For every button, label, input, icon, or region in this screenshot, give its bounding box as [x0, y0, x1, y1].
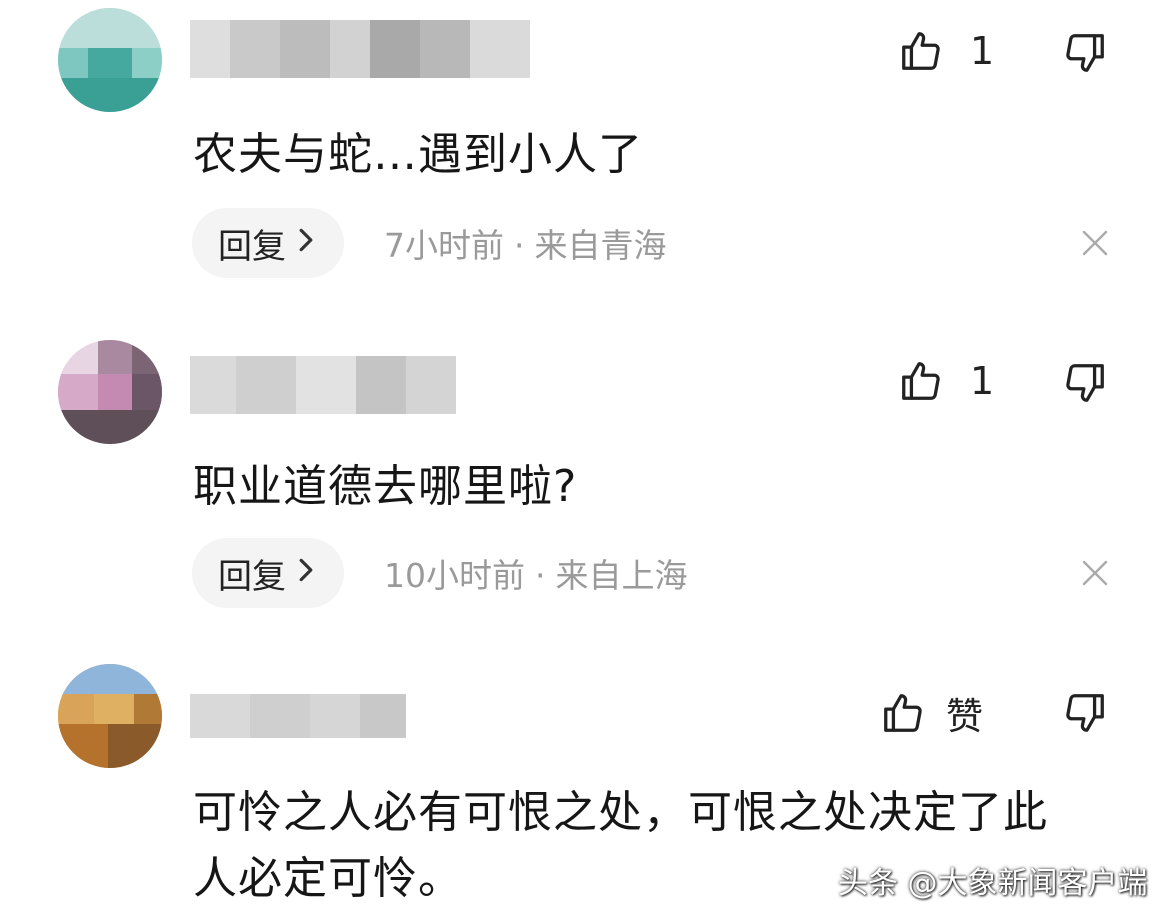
- close-icon[interactable]: [1080, 558, 1110, 592]
- comment-time: 7小时前: [384, 226, 504, 265]
- comment-location: 来自上海: [555, 556, 688, 595]
- avatar[interactable]: [58, 8, 162, 112]
- comment-meta: 10小时前 · 来自上海: [384, 549, 688, 597]
- avatar[interactable]: [58, 340, 162, 444]
- like-label: 赞: [946, 695, 983, 738]
- dislike-button[interactable]: [1062, 30, 1108, 80]
- comment-list: 1 农夫与蛇…遇到小人了 回复 7小时前 · 来自青海 1 职业道德去哪里啦? …: [0, 0, 1176, 924]
- avatar[interactable]: [58, 664, 162, 768]
- comment-text: 职业道德去哪里啦?: [193, 461, 578, 512]
- close-icon[interactable]: [1080, 228, 1110, 262]
- comment-footer: 回复 10小时前 · 来自上海: [192, 538, 688, 608]
- like-button[interactable]: 赞: [880, 686, 983, 740]
- meta-separator: ·: [535, 556, 546, 595]
- comment-text-line: 可怜之人必有可恨之处，可恨之处决定了此: [193, 787, 1048, 838]
- thumbs-up-icon: [898, 28, 944, 74]
- thumbs-up-icon: [898, 358, 944, 404]
- comment-time: 10小时前: [384, 556, 525, 595]
- like-count: 1: [970, 359, 995, 403]
- reply-button[interactable]: 回复: [192, 208, 344, 278]
- reply-label: 回复: [218, 556, 286, 597]
- reply-button[interactable]: 回复: [192, 538, 344, 608]
- username-blurred[interactable]: [190, 694, 406, 738]
- thumbs-down-icon: [1062, 694, 1108, 740]
- chevron-right-icon: [298, 556, 314, 591]
- thumbs-down-icon: [1062, 34, 1108, 80]
- comment-meta: 7小时前 · 来自青海: [384, 219, 667, 267]
- thumbs-up-icon: [880, 690, 926, 736]
- thumbs-down-icon: [1062, 364, 1108, 410]
- reply-label: 回复: [218, 226, 286, 267]
- like-button[interactable]: 1: [898, 28, 994, 74]
- watermark: 头条 @大象新闻客户端: [838, 866, 1148, 901]
- comment-text: 农夫与蛇…遇到小人了: [193, 129, 643, 180]
- chevron-right-icon: [298, 226, 314, 261]
- username-blurred[interactable]: [190, 356, 456, 414]
- comment-location: 来自青海: [534, 226, 667, 265]
- like-button[interactable]: 1: [898, 358, 994, 404]
- like-count: 1: [970, 29, 995, 73]
- comment-footer: 回复 7小时前 · 来自青海: [192, 208, 667, 278]
- username-blurred[interactable]: [190, 20, 530, 78]
- dislike-button[interactable]: [1062, 360, 1108, 410]
- meta-separator: ·: [514, 226, 525, 265]
- dislike-button[interactable]: [1062, 690, 1108, 740]
